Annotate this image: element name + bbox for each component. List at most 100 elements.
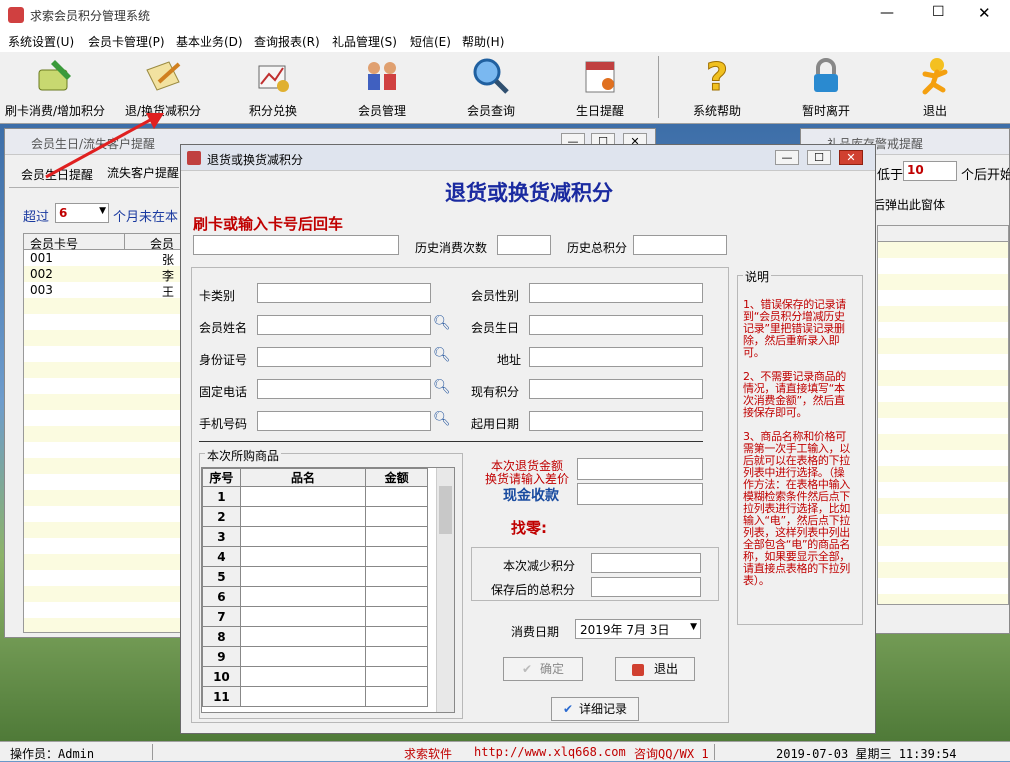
mobile-label: 手机号码 bbox=[199, 417, 248, 431]
menu-system[interactable]: 系统设置(U) bbox=[8, 33, 74, 50]
amount-cell[interactable] bbox=[365, 526, 428, 547]
magnifier-icon bbox=[473, 58, 509, 94]
dialog-title: 退货或换货减积分 bbox=[181, 145, 875, 171]
exit-button[interactable]: 退出 bbox=[880, 56, 990, 122]
menu-help[interactable]: 帮助(H) bbox=[462, 33, 504, 50]
amount-cell[interactable] bbox=[365, 666, 428, 687]
dialog-maximize-button[interactable]: ☐ bbox=[807, 150, 831, 165]
product-name-cell[interactable] bbox=[239, 626, 367, 647]
address-label: 地址 bbox=[497, 353, 522, 367]
svg-text:?: ? bbox=[706, 56, 728, 96]
product-name-cell[interactable] bbox=[239, 606, 367, 627]
product-name-cell[interactable] bbox=[239, 686, 367, 707]
product-name-cell[interactable] bbox=[239, 486, 367, 507]
product-name-cell[interactable] bbox=[239, 506, 367, 527]
address-field bbox=[529, 347, 703, 367]
card-type-field bbox=[257, 283, 431, 303]
product-name-cell[interactable] bbox=[239, 526, 367, 547]
dialog-close-button[interactable]: ✕ bbox=[839, 150, 863, 165]
table-row[interactable]: 2 bbox=[202, 506, 428, 527]
amount-cell[interactable] bbox=[365, 486, 428, 507]
gift-qty-input[interactable]: 10 bbox=[903, 161, 957, 181]
points-redeem-button[interactable]: 积分兑换 bbox=[218, 56, 328, 122]
menu-sms[interactable]: 短信(E) bbox=[410, 33, 451, 50]
id-number-field[interactable] bbox=[257, 347, 431, 367]
mobile-search-icon[interactable]: 🔍︎ bbox=[433, 411, 451, 427]
app-title: 求索会员积分管理系统 bbox=[30, 9, 151, 23]
cash-input[interactable] bbox=[577, 483, 703, 505]
product-name-cell[interactable] bbox=[239, 666, 367, 687]
minimize-button[interactable]: — bbox=[880, 5, 894, 21]
maximize-button[interactable]: ☐ bbox=[932, 4, 945, 20]
phone-search-icon[interactable]: 🔍︎ bbox=[433, 379, 451, 395]
close-button[interactable]: ✕ bbox=[978, 4, 991, 22]
product-name-cell[interactable] bbox=[239, 566, 367, 587]
stop-icon bbox=[631, 663, 644, 676]
card-number-input[interactable] bbox=[193, 235, 399, 255]
mobile-field[interactable] bbox=[257, 411, 431, 431]
product-name-cell[interactable] bbox=[239, 586, 367, 607]
date-picker[interactable]: 2019年 7月 3日 ▼ bbox=[575, 619, 701, 639]
goods-scrollbar[interactable] bbox=[436, 468, 454, 712]
dialog-exit-button[interactable]: 退出 bbox=[615, 657, 695, 681]
amount-cell[interactable] bbox=[365, 566, 428, 587]
months-select[interactable]: 6 ▼ bbox=[55, 203, 109, 223]
table-row[interactable]: 8 bbox=[202, 626, 428, 647]
amount-cell[interactable] bbox=[365, 606, 428, 627]
name-search-icon[interactable]: 🔍︎ bbox=[433, 315, 451, 331]
detail-record-button[interactable]: ✔ 详细记录 bbox=[551, 697, 639, 721]
amount-cell[interactable] bbox=[365, 586, 428, 607]
history-total-label: 历史总积分 bbox=[567, 241, 628, 255]
notebook-pen-icon bbox=[146, 61, 181, 91]
member-query-button[interactable]: 会员查询 bbox=[436, 56, 546, 122]
table-row[interactable]: 003王五 bbox=[24, 282, 182, 316]
amount-cell[interactable] bbox=[365, 646, 428, 667]
menu-gifts[interactable]: 礼品管理(S) bbox=[332, 33, 397, 50]
product-name-cell[interactable] bbox=[239, 646, 367, 667]
name-label: 会员姓名 bbox=[199, 321, 248, 335]
table-row[interactable]: 6 bbox=[202, 586, 428, 607]
website-link[interactable]: http://www.xlq668.com bbox=[474, 745, 626, 759]
points-label: 现有积分 bbox=[471, 385, 520, 399]
table-row[interactable]: 3 bbox=[202, 526, 428, 547]
phone-field[interactable] bbox=[257, 379, 431, 399]
dialog-minimize-button[interactable]: — bbox=[775, 150, 799, 165]
table-row[interactable]: 001张三 bbox=[24, 250, 182, 284]
gift-table bbox=[877, 225, 1009, 605]
system-help-button[interactable]: ? 系统帮助 bbox=[662, 56, 772, 122]
table-row[interactable]: 1 bbox=[202, 486, 428, 507]
card-pen-icon bbox=[38, 60, 71, 91]
amount-cell[interactable] bbox=[365, 686, 428, 707]
below-text: 低于 bbox=[877, 168, 904, 183]
product-name-cell[interactable] bbox=[239, 546, 367, 567]
id-search-icon[interactable]: 🔍︎ bbox=[433, 347, 451, 363]
birthday-reminder-button[interactable]: 生日提醒 bbox=[545, 56, 655, 122]
amount-cell[interactable] bbox=[365, 626, 428, 647]
amount-cell[interactable] bbox=[365, 546, 428, 567]
chart-coins-icon bbox=[258, 65, 289, 92]
confirm-button[interactable]: ✔ 确定 bbox=[503, 657, 583, 681]
check-icon: ✔ bbox=[562, 702, 574, 716]
menu-reports[interactable]: 查询报表(R) bbox=[254, 33, 320, 50]
lock-icon bbox=[814, 58, 838, 92]
amount-cell[interactable] bbox=[365, 506, 428, 527]
table-row[interactable]: 11 bbox=[202, 686, 428, 707]
refund-amount-input[interactable] bbox=[577, 458, 703, 480]
app-icon bbox=[8, 7, 24, 23]
date-label: 消费日期 bbox=[511, 625, 560, 639]
member-manage-button[interactable]: 会员管理 bbox=[327, 56, 437, 122]
lock-away-button[interactable]: 暂时离开 bbox=[771, 56, 881, 122]
table-row[interactable]: 10 bbox=[202, 666, 428, 687]
table-row[interactable]: 002李四 bbox=[24, 266, 182, 300]
section-divider bbox=[199, 441, 703, 442]
table-row[interactable]: 5 bbox=[202, 566, 428, 587]
notes-text: 1、错误保存的记录请到“会员积分增减历史记录”里把错误记录删除，然后重新录入即可… bbox=[743, 298, 851, 587]
menu-card[interactable]: 会员卡管理(P) bbox=[88, 33, 165, 50]
table-row[interactable]: 7 bbox=[202, 606, 428, 627]
menu-business[interactable]: 基本业务(D) bbox=[176, 33, 243, 50]
start-date-label: 起用日期 bbox=[471, 417, 520, 431]
table-row[interactable]: 9 bbox=[202, 646, 428, 667]
birthday-field bbox=[529, 315, 703, 335]
table-row[interactable]: 4 bbox=[202, 546, 428, 567]
member-name-field[interactable] bbox=[257, 315, 431, 335]
